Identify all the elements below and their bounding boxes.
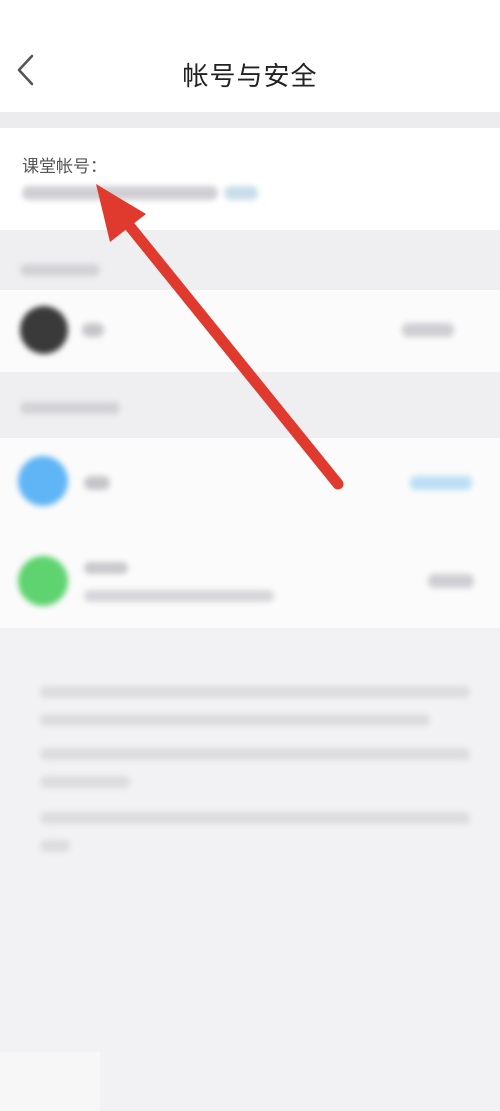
list-item-label-blurred — [84, 562, 128, 574]
avatar — [18, 456, 68, 506]
top-navigation-bar: 帐号与安全 — [0, 0, 500, 112]
section-header-2 — [0, 372, 500, 438]
note-line-blurred — [40, 776, 130, 788]
list-item-action-blurred[interactable] — [428, 574, 474, 588]
account-card: 课堂帐号： — [0, 128, 500, 230]
note-line-blurred — [40, 686, 470, 698]
list-item[interactable] — [0, 290, 500, 372]
note-line-blurred — [40, 840, 70, 852]
list-item-label-blurred — [82, 323, 104, 337]
notes-section — [0, 640, 500, 1111]
section-title-blurred — [20, 402, 120, 414]
list-item-action-blurred[interactable] — [410, 476, 472, 490]
account-label: 课堂帐号： — [22, 157, 107, 177]
list-item-label-blurred — [84, 476, 110, 490]
note-line-blurred — [40, 714, 430, 726]
account-id-blurred — [22, 186, 218, 200]
copy-link-blurred[interactable] — [224, 186, 258, 200]
section-header-1 — [0, 230, 500, 290]
avatar — [18, 556, 68, 606]
section-title-blurred — [20, 264, 100, 276]
bottom-corner — [0, 1052, 100, 1111]
list-item[interactable] — [0, 528, 500, 628]
avatar — [20, 306, 68, 354]
note-line-blurred — [40, 748, 470, 760]
list-item-action-blurred[interactable] — [402, 323, 454, 337]
list-item-subtitle-blurred — [84, 590, 274, 602]
page-title: 帐号与安全 — [182, 62, 318, 92]
divider — [0, 112, 500, 128]
list-item[interactable] — [0, 438, 500, 528]
note-line-blurred — [40, 812, 470, 824]
